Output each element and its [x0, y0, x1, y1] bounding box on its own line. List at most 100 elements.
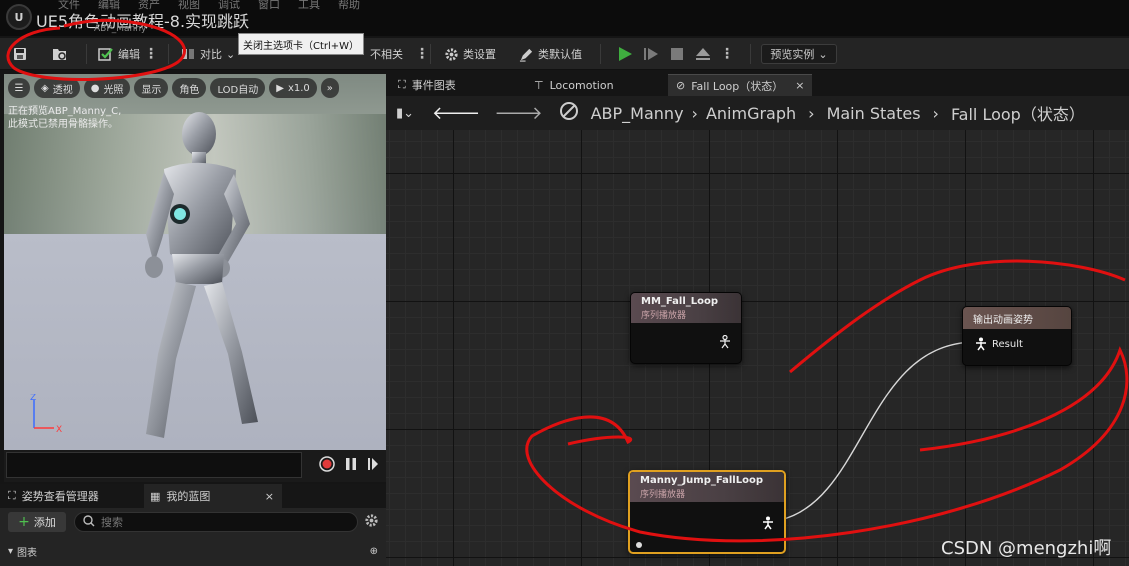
add-circle-icon[interactable]: ⊕	[370, 546, 378, 557]
chevron-right-icon: ›	[808, 103, 815, 123]
double-chevron-right-icon: »	[326, 82, 333, 94]
menu-item-tools[interactable]: 工具	[298, 0, 320, 12]
sequence-player-node[interactable]: MM_Fall_Loop 序列播放器	[630, 292, 742, 364]
tab-pose-watch-manager[interactable]: ⛶ 姿势查看管理器	[0, 484, 142, 508]
record-button[interactable]	[318, 455, 336, 474]
tab-fall-loop-state[interactable]: ⊘ Fall Loop（状态） ×	[668, 74, 813, 96]
anim-graph-canvas[interactable]: MM_Fall_Loop 序列播放器 Manny_Jump_FallLoop 序…	[386, 130, 1129, 566]
state-icon: ⊘	[676, 79, 686, 92]
lod-button[interactable]: LOD自动	[210, 78, 266, 98]
close-icon[interactable]: ×	[265, 490, 274, 503]
hidden-pins-button[interactable]: 不相关 ⋮	[370, 38, 429, 70]
add-button[interactable]: + 添加	[8, 512, 66, 532]
step-icon[interactable]	[642, 45, 660, 63]
save-icon	[12, 46, 28, 62]
perspective-button[interactable]: ◈ 透视	[34, 78, 80, 98]
sequence-player-node-selected[interactable]: Manny_Jump_FallLoop 序列播放器	[628, 470, 786, 554]
pose-output-pin-icon[interactable]	[719, 335, 731, 349]
pose-input-pin-icon	[976, 337, 986, 351]
playback-speed-button[interactable]: ▶ x1.0	[269, 78, 317, 98]
tab-event-graph[interactable]: ⛶ 事件图表	[390, 74, 464, 96]
show-button[interactable]: 显示	[134, 78, 169, 98]
viewport-info-line: 正在预览ABP_Manny_C,	[8, 106, 122, 117]
axis-gizmo-icon: Z X	[30, 394, 62, 434]
graph-tab-bar: ⛶ 事件图表 ⊤ Locomotion ⊘ Fall Loop（状态） ×	[386, 74, 1129, 96]
forward-arrow-icon[interactable]: 🡒	[494, 103, 542, 124]
result-input-pin[interactable]: Result	[975, 337, 1023, 351]
save-button[interactable]	[12, 38, 28, 70]
gear-icon[interactable]	[364, 513, 379, 531]
stop-icon[interactable]	[668, 45, 686, 63]
breadcrumb-item[interactable]: Fall Loop（状态）	[951, 101, 1085, 125]
preview-instance-dropdown[interactable]: 预览实例 ⌄	[761, 44, 837, 64]
node-title: Manny_Jump_FallLoop	[640, 475, 763, 486]
toolbar-divider	[750, 44, 751, 64]
play-icon: ▶	[276, 82, 284, 94]
graphs-section-header[interactable]: ▾ 图表 ⊕	[0, 542, 386, 560]
compile-options-icon[interactable]: ⋮	[144, 46, 158, 62]
search-input[interactable]	[101, 515, 341, 529]
asset-tab-label[interactable]: ABP_Manny	[94, 24, 146, 34]
tab-label: 我的蓝图	[166, 490, 211, 503]
axis-z-label: Z	[30, 394, 36, 403]
compile-button[interactable]: 编辑 ⋮	[98, 38, 158, 70]
viewport-info-text: 正在预览ABP_Manny_C, 此模式已禁用骨骼操作。	[8, 105, 121, 131]
my-blueprint-panel: + 添加 ▾ 图表 ⊕	[0, 508, 386, 566]
menu-item-help[interactable]: 帮助	[338, 0, 360, 12]
chevron-right-icon: ›	[691, 103, 698, 123]
chevron-down-icon: ▾	[8, 545, 14, 557]
bottom-left-tab-bar: ⛶ 姿势查看管理器 ▦ 我的蓝图 ×	[0, 484, 386, 508]
output-pose-node[interactable]: 输出动画姿势 Result	[962, 306, 1072, 366]
breadcrumb-item[interactable]: Main States	[827, 104, 921, 123]
step-forward-button[interactable]	[364, 456, 382, 474]
more-options-icon[interactable]: ⋮	[415, 46, 429, 62]
tab-label: 事件图表	[411, 79, 456, 92]
chevron-down-icon: ⌄	[226, 47, 236, 61]
title-bar: U 文件 编辑 资产 视图 调试 窗口 工具 帮助 UE5角色动画教程-8.实现…	[0, 0, 1129, 36]
tab-label: 姿势查看管理器	[21, 490, 99, 503]
close-icon[interactable]: ×	[795, 79, 804, 92]
menu-item-window[interactable]: 窗口	[258, 0, 280, 12]
search-field[interactable]	[74, 512, 358, 532]
lighting-label: 光照	[103, 84, 124, 96]
diff-button[interactable]: 对比 ⌄	[180, 38, 235, 70]
breadcrumb-item[interactable]: AnimGraph	[706, 104, 796, 123]
character-label: 角色	[179, 84, 200, 96]
lighting-button[interactable]: ● 光照	[83, 78, 131, 98]
pose-output-pin-icon[interactable]	[762, 516, 774, 530]
asset-toolbar: 编辑 ⋮ 对比 ⌄ 不相关 ⋮ 类设置 类默认值 ⋮	[0, 38, 1129, 70]
add-label: 添加	[33, 516, 56, 529]
state-machine-icon: ⊤	[534, 78, 544, 92]
preview-viewport[interactable]: ☰ ◈ 透视 ● 光照 显示 角色 LOD自动 ▶ x1.0 » 正在预览ABP…	[4, 74, 386, 450]
bookmark-icon[interactable]: ▮⌄	[396, 106, 414, 121]
pose-watch-icon: ⛶	[8, 489, 16, 502]
event-graph-icon: ⛶	[398, 78, 406, 91]
chevron-down-icon: ⌄	[818, 47, 828, 61]
play-icon[interactable]	[616, 45, 634, 63]
character-button[interactable]: 角色	[172, 78, 207, 98]
class-settings-button[interactable]: 类设置	[443, 38, 496, 70]
eject-icon[interactable]	[694, 45, 712, 63]
back-arrow-icon[interactable]: 🡐	[432, 103, 480, 124]
timeline-scrubber[interactable]	[6, 452, 302, 478]
toolbar-divider	[430, 44, 431, 64]
tab-my-blueprint[interactable]: ▦ 我的蓝图 ×	[144, 484, 282, 508]
diff-label: 对比	[200, 48, 222, 61]
simulation-controls: ⋮	[616, 38, 734, 70]
mannequin-character	[145, 112, 258, 438]
search-icon	[83, 514, 95, 530]
pause-button[interactable]	[342, 456, 360, 474]
breadcrumb-item[interactable]: ABP_Manny	[591, 104, 684, 123]
perspective-label: 透视	[52, 84, 73, 96]
tab-locomotion[interactable]: ⊤ Locomotion	[526, 74, 622, 96]
sphere-icon: ●	[90, 82, 100, 94]
viewport-menu-button[interactable]: ☰	[8, 78, 30, 98]
node-header: MM_Fall_Loop 序列播放器	[631, 293, 741, 323]
toolbar-divider	[86, 44, 87, 64]
blueprint-icon: ▦	[150, 489, 161, 503]
browse-button[interactable]	[52, 38, 68, 70]
play-options-icon[interactable]: ⋮	[720, 46, 734, 62]
hamburger-icon: ☰	[14, 82, 24, 94]
viewport-more-button[interactable]: »	[320, 78, 339, 98]
class-defaults-button[interactable]: 类默认值	[518, 38, 582, 70]
